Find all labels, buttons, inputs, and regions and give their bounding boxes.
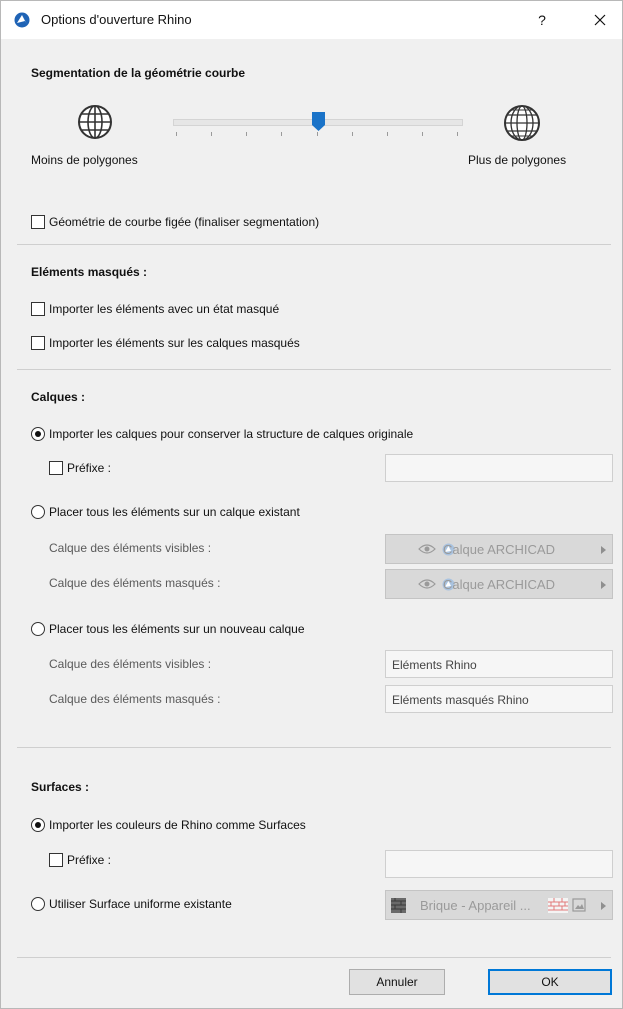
new-hidden-layer-value: Eléments masqués Rhino (392, 693, 529, 707)
image-preview-icon (572, 898, 586, 912)
title-bar: Options d'ouverture Rhino ? (1, 1, 622, 39)
chevron-right-icon (601, 546, 606, 554)
divider (17, 747, 611, 748)
surfaces-prefix-input[interactable] (385, 850, 613, 878)
new-visible-layer-value: Eléments Rhino (392, 658, 477, 672)
surfaces-prefix-label: Préfixe : (67, 853, 112, 867)
max-polygons-label: Plus de polygones (468, 153, 567, 167)
slider-tick (281, 132, 282, 136)
surface-picker[interactable]: Brique - Appareil ... (385, 890, 613, 920)
new-visible-layer-input[interactable]: Eléments Rhino (385, 650, 613, 678)
chevron-right-icon (601, 581, 606, 589)
segmentation-slider-thumb[interactable] (311, 112, 325, 131)
slider-tick (352, 132, 353, 136)
uniform-surface-radio[interactable] (31, 897, 45, 911)
import-colors-label: Importer les couleurs de Rhino comme Sur… (49, 818, 306, 832)
layers-heading: Calques : (31, 390, 86, 404)
divider (17, 957, 611, 958)
min-polygons-label: Moins de polygones (31, 153, 138, 167)
existing-hidden-label: Calque des éléments masqués : (49, 576, 221, 590)
uniform-surface-label: Utiliser Surface uniforme existante (49, 897, 232, 911)
freeze-geometry-label: Géométrie de courbe figée (finaliser seg… (49, 215, 320, 229)
import-layers-radio[interactable] (31, 427, 45, 441)
new-layer-radio[interactable] (31, 622, 45, 636)
divider (17, 244, 611, 245)
slider-tick (246, 132, 247, 136)
surfaces-heading: Surfaces : (31, 780, 90, 794)
globe-high-icon (504, 105, 540, 141)
existing-layer-radio[interactable] (31, 505, 45, 519)
surface-swatch-icon (391, 898, 406, 913)
import-hidden-layers-label: Importer les éléments sur les calques ma… (49, 336, 300, 350)
existing-hidden-layer-picker[interactable]: Calque ARCHICAD (385, 569, 613, 599)
new-layer-label: Placer tous les éléments sur un nouveau … (49, 622, 305, 636)
slider-tick (176, 132, 177, 136)
archicad-app-icon (14, 12, 30, 28)
layers-prefix-label: Préfixe : (67, 461, 112, 475)
import-hidden-state-label: Importer les éléments avec un état masqu… (49, 302, 280, 316)
ok-button[interactable]: OK (488, 969, 612, 995)
globe-low-icon (78, 105, 112, 139)
eye-icon (418, 544, 436, 554)
dialog-window: Options d'ouverture Rhino ? Segmentation… (0, 0, 623, 1009)
existing-visible-label: Calque des éléments visibles : (49, 541, 212, 555)
hidden-elements-heading: Eléments masqués : (31, 265, 148, 279)
new-hidden-label: Calque des éléments masqués : (49, 692, 221, 706)
close-icon[interactable] (585, 7, 615, 33)
import-hidden-state-checkbox[interactable] (31, 302, 45, 316)
slider-tick (457, 132, 458, 136)
slider-tick (387, 132, 388, 136)
segmentation-heading: Segmentation de la géométrie courbe (31, 66, 246, 80)
existing-visible-layer-picker[interactable]: Calque ARCHICAD (385, 534, 613, 564)
slider-tick (211, 132, 212, 136)
new-hidden-layer-input[interactable]: Eléments masqués Rhino (385, 685, 613, 713)
import-colors-radio[interactable] (31, 818, 45, 832)
divider (17, 369, 611, 370)
surface-value: Brique - Appareil ... (420, 898, 531, 913)
chevron-right-icon (601, 902, 606, 910)
layers-prefix-checkbox[interactable] (49, 461, 63, 475)
existing-visible-layer-value: Calque ARCHICAD (443, 542, 555, 557)
surfaces-prefix-checkbox[interactable] (49, 853, 63, 867)
existing-layer-label: Placer tous les éléments sur un calque e… (49, 505, 300, 519)
eye-icon (418, 579, 436, 589)
cancel-button[interactable]: Annuler (349, 969, 445, 995)
window-title: Options d'ouverture Rhino (41, 12, 192, 27)
import-layers-label: Importer les calques pour conserver la s… (49, 427, 414, 441)
freeze-geometry-checkbox[interactable] (31, 215, 45, 229)
new-visible-label: Calque des éléments visibles : (49, 657, 212, 671)
slider-tick (317, 132, 318, 136)
existing-hidden-layer-value: Calque ARCHICAD (443, 577, 555, 592)
help-button[interactable]: ? (529, 9, 555, 31)
layers-prefix-input[interactable] (385, 454, 613, 482)
brick-pattern-icon (548, 898, 568, 913)
slider-tick (422, 132, 423, 136)
import-hidden-layers-checkbox[interactable] (31, 336, 45, 350)
